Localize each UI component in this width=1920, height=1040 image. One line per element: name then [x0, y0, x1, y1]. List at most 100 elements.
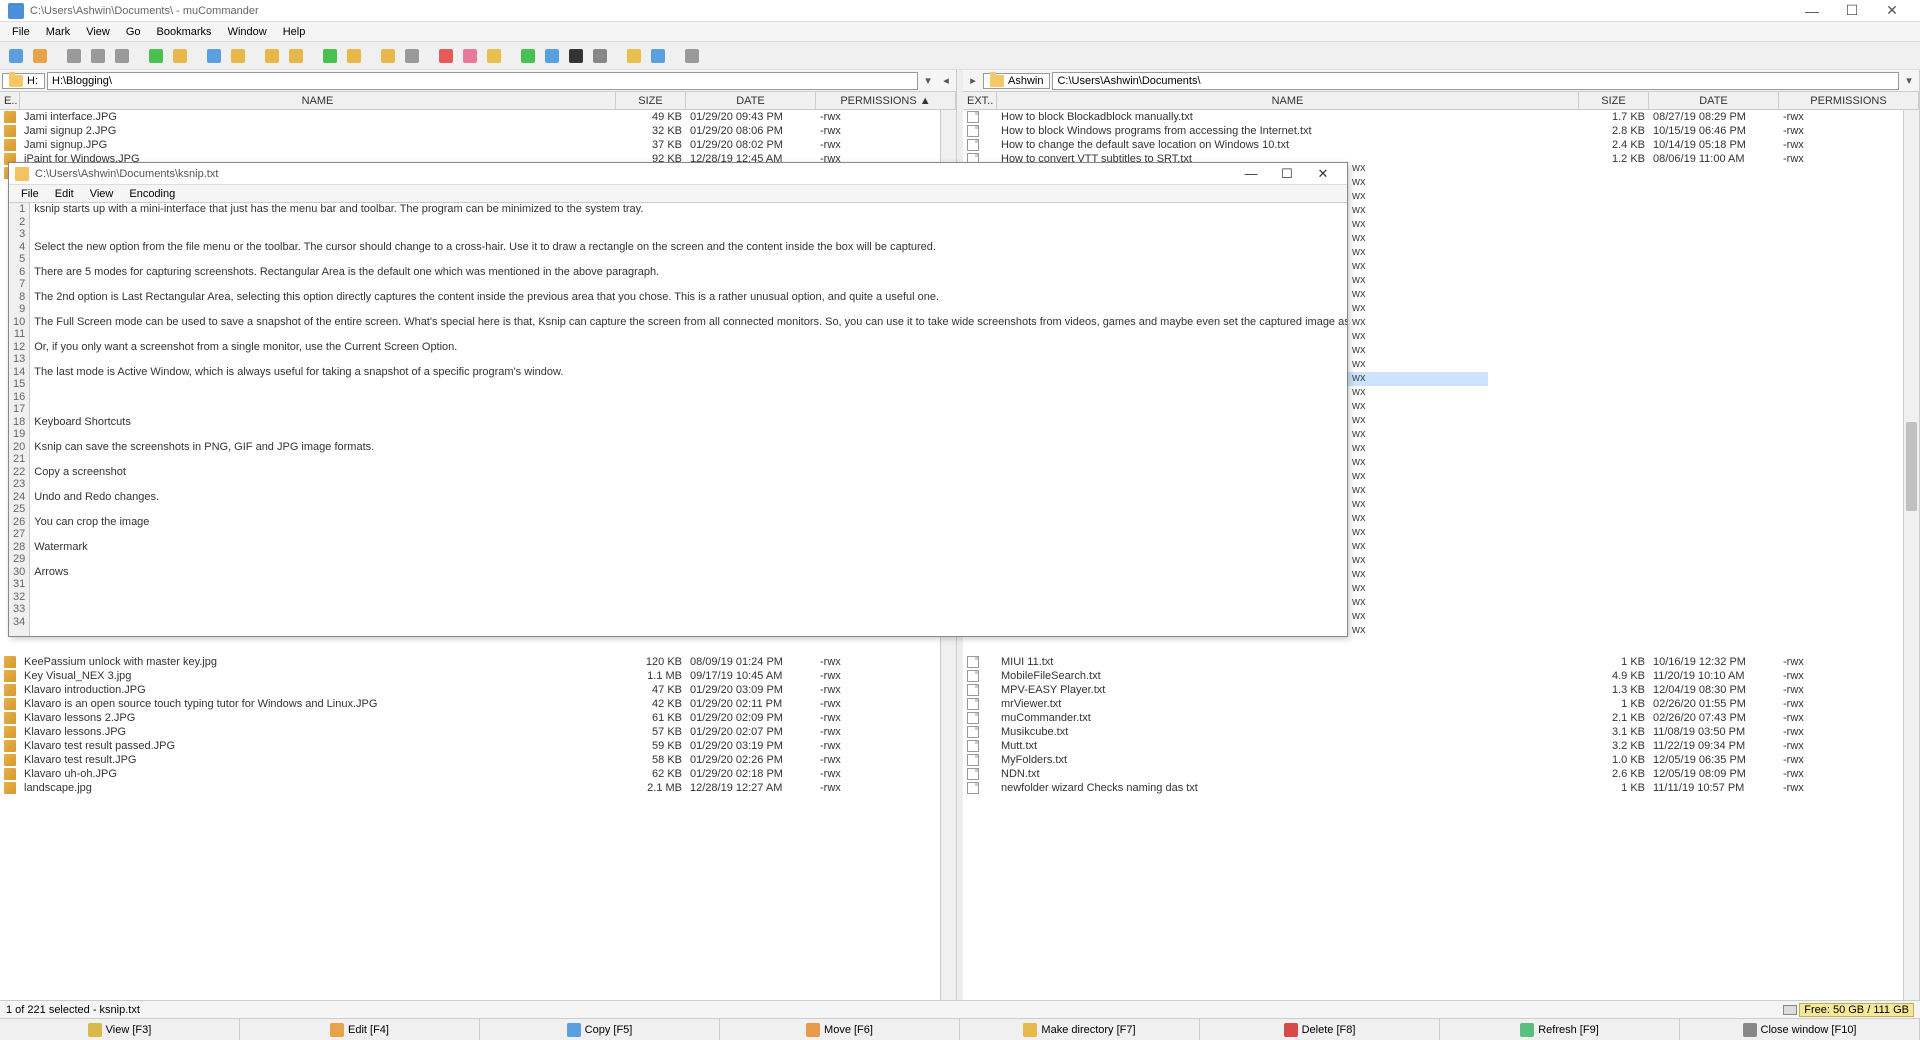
right-scrollbar[interactable]	[1903, 110, 1919, 1000]
menu-view[interactable]: View	[78, 24, 118, 40]
main-menubar: FileMarkViewGoBookmarksWindowHelp	[0, 22, 1920, 42]
toolbar-button-19[interactable]	[378, 46, 398, 66]
table-row[interactable]: Klavaro test result.JPG 58 KB 01/29/20 0…	[0, 753, 956, 767]
toolbar-button-1[interactable]	[30, 46, 50, 66]
editor-menu-file[interactable]: File	[13, 187, 47, 201]
right-nav-dropdown[interactable]: ▾	[1901, 74, 1917, 87]
toolbar-button-4[interactable]	[88, 46, 108, 66]
toolbar-button-34[interactable]	[682, 46, 702, 66]
table-row[interactable]: newfolder wizard Checks naming das txt 1…	[963, 781, 1919, 795]
toolbar-button-13[interactable]	[262, 46, 282, 66]
left-path-input[interactable]	[47, 72, 918, 90]
minimize-button[interactable]: —	[1792, 0, 1832, 22]
col-size[interactable]: SIZE	[1579, 92, 1649, 109]
table-row[interactable]: How to change the default save location …	[963, 138, 1919, 152]
menu-help[interactable]: Help	[275, 24, 314, 40]
folder-icon	[9, 75, 23, 87]
menu-file[interactable]: File	[4, 24, 38, 40]
table-row[interactable]: Jami interface.JPG 49 KB 01/29/20 09:43 …	[0, 110, 956, 124]
toolbar-button-26[interactable]	[518, 46, 538, 66]
menu-window[interactable]: Window	[220, 24, 275, 40]
toolbar-button-16[interactable]	[320, 46, 340, 66]
table-row[interactable]: Klavaro test result passed.JPG 59 KB 01/…	[0, 739, 956, 753]
table-row[interactable]: How to block Blockadblock manually.txt 1…	[963, 110, 1919, 124]
table-row[interactable]: mrViewer.txt 1 KB 02/26/20 01:55 PM -rwx	[963, 697, 1919, 711]
toolbar-button-7[interactable]	[146, 46, 166, 66]
table-row[interactable]: Mutt.txt 3.2 KB 11/22/19 09:34 PM -rwx	[963, 739, 1919, 753]
editor-menu-view[interactable]: View	[82, 187, 122, 201]
table-row[interactable]: How to block Windows programs from acces…	[963, 124, 1919, 138]
right-nav-forward[interactable]: ▸	[965, 74, 981, 87]
cmd-delete[interactable]: Delete [F8]	[1200, 1019, 1440, 1040]
toolbar-button-11[interactable]	[228, 46, 248, 66]
table-row[interactable]: NDN.txt 2.6 KB 12/05/19 08:09 PM -rwx	[963, 767, 1919, 781]
toolbar-button-27[interactable]	[542, 46, 562, 66]
left-nav-back[interactable]: ◂	[938, 74, 954, 87]
toolbar-button-0[interactable]	[6, 46, 26, 66]
toolbar-button-8[interactable]	[170, 46, 190, 66]
table-row[interactable]: Klavaro lessons.JPG 57 KB 01/29/20 02:07…	[0, 725, 956, 739]
left-drive-label: H:	[27, 75, 38, 87]
menu-go[interactable]: Go	[118, 24, 149, 40]
close-button[interactable]: ✕	[1872, 0, 1912, 22]
cmd-view[interactable]: View [F3]	[0, 1019, 240, 1040]
col-name[interactable]: NAME	[997, 92, 1579, 109]
toolbar-button-32[interactable]	[648, 46, 668, 66]
table-row[interactable]: Jami signup.JPG 37 KB 01/29/20 08:02 PM …	[0, 138, 956, 152]
menu-bookmarks[interactable]: Bookmarks	[149, 24, 220, 40]
table-row[interactable]: Klavaro uh-oh.JPG 62 KB 01/29/20 02:18 P…	[0, 767, 956, 781]
table-row[interactable]: Klavaro introduction.JPG 47 KB 01/29/20 …	[0, 683, 956, 697]
toolbar-button-14[interactable]	[286, 46, 306, 66]
table-row[interactable]: landscape.jpg 2.1 MB 12/28/19 12:27 AM -…	[0, 781, 956, 795]
table-row[interactable]: MobileFileSearch.txt 4.9 KB 11/20/19 10:…	[963, 669, 1919, 683]
col-perm[interactable]: PERMISSIONS	[1779, 92, 1919, 109]
right-path-input[interactable]	[1052, 72, 1899, 90]
editor-menu-edit[interactable]: Edit	[47, 187, 82, 201]
cmd-move[interactable]: Move [F6]	[720, 1019, 960, 1040]
table-row[interactable]: Key Visual_NEX 3.jpg 1.1 MB 09/17/19 10:…	[0, 669, 956, 683]
col-name[interactable]: NAME	[20, 92, 616, 109]
toolbar-button-24[interactable]	[484, 46, 504, 66]
toolbar-button-23[interactable]	[460, 46, 480, 66]
toolbar-button-17[interactable]	[344, 46, 364, 66]
table-row[interactable]: Klavaro lessons 2.JPG 61 KB 01/29/20 02:…	[0, 711, 956, 725]
editor-minimize-button[interactable]: —	[1233, 166, 1269, 181]
right-drive-selector[interactable]: Ashwin	[983, 73, 1050, 89]
toolbar-button-10[interactable]	[204, 46, 224, 66]
editor-text-area[interactable]: ksnip starts up with a mini-interface th…	[30, 203, 1347, 636]
menu-mark[interactable]: Mark	[38, 24, 78, 40]
cmd-refresh[interactable]: Refresh [F9]	[1440, 1019, 1680, 1040]
cmd-make[interactable]: Make directory [F7]	[960, 1019, 1200, 1040]
col-perm[interactable]: PERMISSIONS ▲	[816, 92, 956, 109]
toolbar-button-20[interactable]	[402, 46, 422, 66]
table-row[interactable]: Klavaro is an open source touch typing t…	[0, 697, 956, 711]
table-row[interactable]: Jami signup 2.JPG 32 KB 01/29/20 08:06 P…	[0, 124, 956, 138]
table-row[interactable]: MyFolders.txt 1.0 KB 12/05/19 06:35 PM -…	[963, 753, 1919, 767]
toolbar-button-28[interactable]	[566, 46, 586, 66]
toolbar-button-31[interactable]	[624, 46, 644, 66]
col-date[interactable]: DATE	[686, 92, 816, 109]
left-drive-selector[interactable]: H:	[2, 73, 45, 89]
cmd-copy[interactable]: Copy [F5]	[480, 1019, 720, 1040]
right-drive-label: Ashwin	[1008, 75, 1043, 87]
maximize-button[interactable]: ☐	[1832, 0, 1872, 22]
table-row[interactable]: KeePassium unlock with master key.jpg 12…	[0, 655, 956, 669]
toolbar-button-22[interactable]	[436, 46, 456, 66]
table-row[interactable]: MPV-EASY Player.txt 1.3 KB 12/04/19 08:3…	[963, 683, 1919, 697]
col-ext[interactable]: E..	[0, 92, 20, 109]
toolbar-button-3[interactable]	[64, 46, 84, 66]
cmd-close[interactable]: Close window [F10]	[1680, 1019, 1920, 1040]
editor-close-button[interactable]: ✕	[1305, 166, 1341, 182]
toolbar-button-29[interactable]	[590, 46, 610, 66]
col-ext[interactable]: EXT..	[963, 92, 997, 109]
left-nav-dropdown[interactable]: ▾	[920, 74, 936, 87]
table-row[interactable]: Musikcube.txt 3.1 KB 11/08/19 03:50 PM -…	[963, 725, 1919, 739]
table-row[interactable]: MIUI 11.txt 1 KB 10/16/19 12:32 PM -rwx	[963, 655, 1919, 669]
table-row[interactable]: muCommander.txt 2.1 KB 02/26/20 07:43 PM…	[963, 711, 1919, 725]
editor-maximize-button[interactable]: ☐	[1269, 166, 1305, 182]
col-size[interactable]: SIZE	[616, 92, 686, 109]
editor-menu-encoding[interactable]: Encoding	[121, 187, 183, 201]
toolbar-button-5[interactable]	[112, 46, 132, 66]
cmd-edit[interactable]: Edit [F4]	[240, 1019, 480, 1040]
col-date[interactable]: DATE	[1649, 92, 1779, 109]
